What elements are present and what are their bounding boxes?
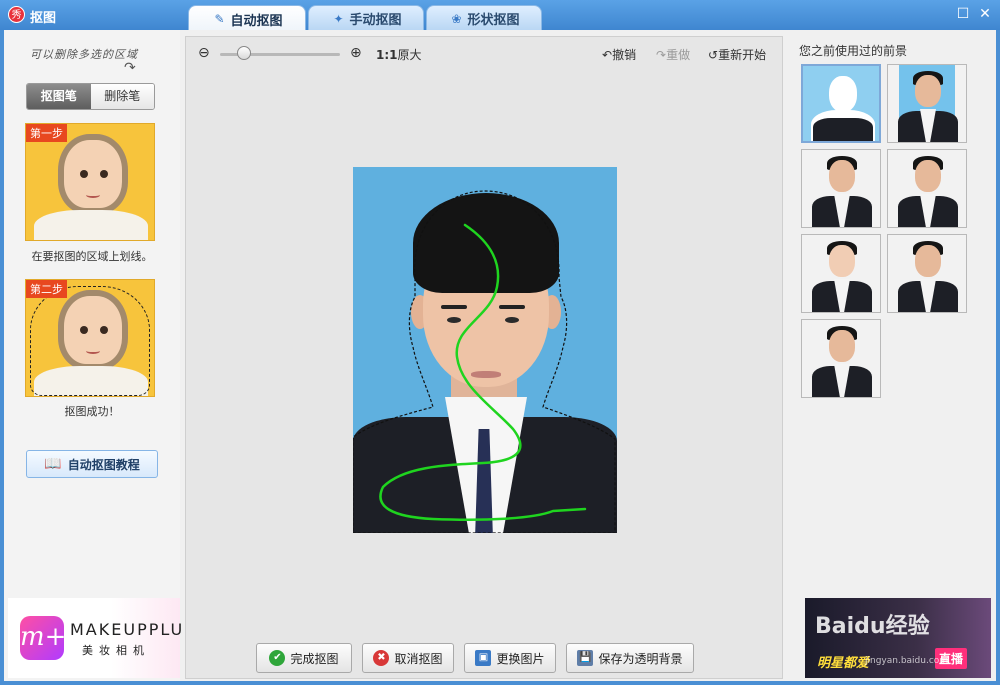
tab-label: 自动抠图 bbox=[230, 13, 283, 29]
tab-shape-cutout[interactable]: ❀ 形状抠图 bbox=[426, 5, 542, 31]
canvas-area: ⊖ ⊕ 1:1原大 ↶撤销 ↷重做 ↺重新开始 ✔ 完成抠图 ✖ 取消抠图 ▣ … bbox=[185, 36, 783, 679]
zoom-slider-handle[interactable] bbox=[237, 46, 251, 60]
step1-caption: 在要抠图的区域上划线。 bbox=[31, 250, 153, 263]
step1-badge: 第一步 bbox=[26, 124, 67, 142]
cancel-label: 取消抠图 bbox=[394, 651, 443, 666]
cancel-cutout-button[interactable]: ✖ 取消抠图 bbox=[362, 643, 454, 673]
undo-icon: ↶ bbox=[602, 48, 613, 62]
tab-auto-cutout[interactable]: ✎ 自动抠图 bbox=[188, 5, 306, 32]
app-icon: 秀 bbox=[8, 6, 25, 23]
image-icon: ▣ bbox=[475, 650, 492, 666]
hint-text: 可以删除多选的区域 bbox=[30, 48, 138, 61]
cutout-pen-button[interactable]: 抠图笔 bbox=[27, 84, 91, 109]
promo-banner[interactable]: Baidu经验 明星都爱 直播 jingyan.baidu.com bbox=[805, 598, 991, 678]
undo-label: 撤销 bbox=[612, 48, 637, 62]
zoom-out-icon[interactable]: ⊖ bbox=[198, 45, 210, 61]
cancel-icon: ✖ bbox=[373, 650, 390, 666]
canvas-toolbar: ⊖ ⊕ 1:1原大 ↶撤销 ↷重做 ↺重新开始 bbox=[186, 37, 782, 69]
tab-label: 手动抠图 bbox=[349, 13, 402, 28]
tutorial-label: 自动抠图教程 bbox=[67, 457, 140, 472]
cutout-overlay bbox=[353, 190, 616, 533]
step2-caption: 抠图成功！ bbox=[64, 405, 120, 418]
tab-manual-cutout[interactable]: ✦ 手动抠图 bbox=[308, 5, 424, 31]
replace-label: 更换图片 bbox=[496, 651, 545, 666]
selection-outline bbox=[30, 286, 150, 396]
save-icon: 💾 bbox=[577, 650, 594, 666]
check-icon: ✔ bbox=[269, 650, 286, 666]
foreground-thumb[interactable] bbox=[887, 64, 967, 143]
save-transparent-button[interactable]: 💾 保存为透明背景 bbox=[566, 643, 694, 673]
maximize-button[interactable]: ☐ bbox=[956, 7, 970, 21]
shape-icon: ❀ bbox=[451, 11, 462, 26]
brush-mode-toggle: 抠图笔 删除笔 bbox=[26, 83, 155, 110]
left-panel: 可以删除多选的区域 ↷ 抠图笔 删除笔 第一步 在要抠图的区域上划线。 第二步 … bbox=[4, 30, 194, 681]
close-icon: ✕ bbox=[979, 6, 991, 22]
recent-foregrounds-title: 您之前使用过的前景 bbox=[799, 44, 908, 58]
tab-label: 形状抠图 bbox=[467, 13, 520, 28]
tutorial-button[interactable]: 📖 自动抠图教程 bbox=[26, 450, 158, 478]
step1-image: 第一步 bbox=[25, 123, 155, 241]
actual-size-button[interactable]: 1:1原大 bbox=[376, 46, 422, 63]
foreground-thumb[interactable] bbox=[887, 234, 967, 313]
brush-icon: ✎ bbox=[214, 12, 225, 26]
ad-brand: MAKEUPPLUS bbox=[70, 620, 197, 639]
foreground-thumb[interactable] bbox=[801, 234, 881, 313]
maximize-icon: ☐ bbox=[956, 6, 970, 22]
redo-button[interactable]: ↷重做 bbox=[656, 46, 690, 63]
title-bar: 秀 抠图 ✎ 自动抠图 ✦ 手动抠图 ❀ 形状抠图 ☐ ✕ bbox=[0, 0, 1000, 32]
window-title: 抠图 bbox=[30, 11, 57, 26]
undo-button[interactable]: ↶撤销 bbox=[602, 46, 636, 63]
zoom-in-icon[interactable]: ⊕ bbox=[350, 45, 362, 61]
baidu-watermark: Baidu经验 bbox=[815, 614, 930, 639]
restart-icon: ↺ bbox=[708, 48, 719, 62]
foreground-thumb[interactable] bbox=[887, 149, 967, 228]
promo-text: 明星都爱 bbox=[817, 656, 870, 671]
eraser-pen-button[interactable]: 删除笔 bbox=[90, 84, 154, 109]
magic-wand-icon: ✦ bbox=[333, 11, 344, 26]
makeupplus-logo: m+ bbox=[20, 616, 66, 660]
foreground-thumb[interactable] bbox=[801, 149, 881, 228]
makeupplus-ad[interactable]: m+ MAKEUPPLUS 美妆相机 bbox=[8, 598, 194, 678]
book-icon: 📖 bbox=[44, 456, 62, 472]
baby-illustration bbox=[58, 134, 128, 214]
foreground-thumb-silhouette[interactable] bbox=[801, 64, 881, 143]
save-label: 保存为透明背景 bbox=[598, 651, 683, 666]
replace-image-button[interactable]: ▣ 更换图片 bbox=[464, 643, 556, 673]
step2-image: 第二步 bbox=[25, 279, 155, 397]
restart-label: 重新开始 bbox=[718, 48, 767, 62]
redo-label: 重做 bbox=[666, 48, 691, 62]
redo-icon: ↷ bbox=[656, 48, 667, 62]
actual-size-label: 原大 bbox=[397, 48, 422, 62]
restart-button[interactable]: ↺重新开始 bbox=[708, 46, 766, 63]
scribble-stroke bbox=[379, 223, 587, 521]
foreground-thumb[interactable] bbox=[801, 319, 881, 398]
right-panel: 您之前使用过的前景 bbox=[790, 36, 996, 681]
close-button[interactable]: ✕ bbox=[978, 7, 992, 21]
watermark-url: jingyan.baidu.com bbox=[865, 656, 949, 666]
ad-subtitle: 美妆相机 bbox=[82, 644, 150, 657]
zoom-ratio: 1:1 bbox=[376, 48, 398, 62]
finish-cutout-button[interactable]: ✔ 完成抠图 bbox=[256, 643, 352, 673]
curved-arrow-icon: ↷ bbox=[124, 60, 136, 76]
portrait-photo[interactable] bbox=[353, 167, 617, 533]
finish-label: 完成抠图 bbox=[290, 651, 339, 666]
step2-badge: 第二步 bbox=[26, 280, 67, 298]
